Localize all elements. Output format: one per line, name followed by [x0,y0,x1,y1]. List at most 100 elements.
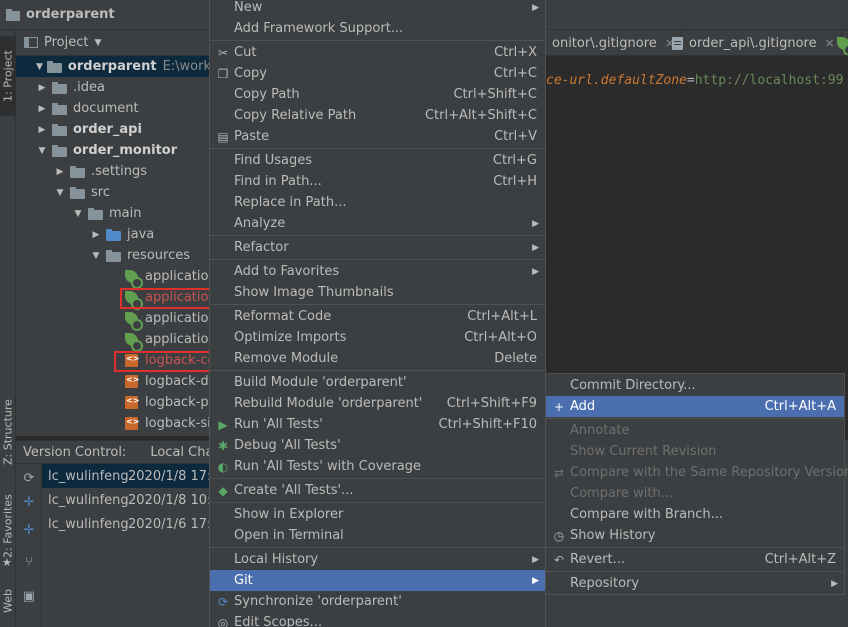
project-context-menu[interactable]: New ▶ Add Framework Support... ✂ Cut Ctr… [209,0,546,627]
tree-node-label: main [109,206,142,221]
branch-icon[interactable]: ⑂ [22,556,36,570]
menu-item-label: Remove Module [234,351,339,366]
project-tree[interactable]: ▼ orderparent E:\workspace ▶ .idea ▶ doc… [16,56,210,436]
spring-config-icon [836,36,848,55]
tree-node-idea[interactable]: ▶ .idea [36,77,105,98]
tree-node-order-monitor[interactable]: ▼ order_monitor [36,140,178,161]
menu-item-find-usages[interactable]: Find Usages Ctrl+G [210,150,545,171]
menu-item-cut[interactable]: ✂ Cut Ctrl+X [210,42,545,63]
menu-item-build-module[interactable]: Build Module 'orderparent' [210,372,545,393]
menu-item-show-in-explorer[interactable]: Show in Explorer [210,504,545,525]
menu-item-git[interactable]: Git ▶ [210,570,545,591]
menu-item-run-all-tests[interactable]: ▶ Run 'All Tests' Ctrl+Shift+F10 [210,414,545,435]
project-panel-header[interactable]: Project ▼ [16,30,210,56]
submenu-arrow-icon: ▶ [532,266,539,277]
menu-item-remove-module[interactable]: Remove Module Delete [210,348,545,369]
compare-icon: ⇄ [553,465,565,480]
menu-item-label: New [234,0,263,15]
menu-item-local-history[interactable]: Local History ▶ [210,549,545,570]
menu-item-commit-directory[interactable]: Commit Directory... [546,375,844,396]
spring-config-icon [124,312,143,331]
menu-item-analyze[interactable]: Analyze ▶ [210,213,545,234]
tool-window-web-tab[interactable]: Web [0,586,16,616]
menu-item-optimize-imports[interactable]: Optimize Imports Ctrl+Alt+O [210,327,545,348]
chevron-down-icon[interactable]: ▼ [94,38,101,48]
menu-item-find-in-path[interactable]: Find in Path... Ctrl+H [210,171,545,192]
menu-item-debug-all-tests[interactable]: ✱ Debug 'All Tests' [210,435,545,456]
cherry-pick-icon[interactable]: ✛ [22,496,36,510]
menu-item-git-add[interactable]: + Add Ctrl+Alt+A [546,396,844,417]
menu-separator [210,148,545,149]
expand-arrow-icon[interactable]: ▼ [72,209,84,219]
menu-item-label: Reformat Code [234,309,332,324]
tool-window-favorites-tab[interactable]: 2: Favorites [0,486,16,566]
menu-item-edit-scopes[interactable]: ◎ Edit Scopes... [210,612,545,627]
favorites-star-icon[interactable]: ★ [2,556,12,569]
menu-item-label: Revert... [570,552,625,567]
menu-separator [546,547,844,548]
menu-item-copy-relative-path[interactable]: Copy Relative Path Ctrl+Alt+Shift+C [210,105,545,126]
menu-separator [210,478,545,479]
refresh-icon[interactable]: ⟳ [22,472,36,486]
tree-node-logback-de[interactable]: logback-de [124,371,210,392]
menu-item-copy[interactable]: ❐ Copy Ctrl+C [210,63,545,84]
tree-node-src[interactable]: ▼ src [54,182,110,203]
tree-node-application-3[interactable]: application [124,308,210,331]
tree-node-resources[interactable]: ▼ resources [90,245,190,266]
project-view-selector[interactable]: Project [44,35,88,50]
editor-tab-order-monitor-gitignore[interactable]: onitor\.gitignore × [546,30,682,55]
menu-item-revert[interactable]: ↶ Revert... Ctrl+Alt+Z [546,549,844,570]
menu-item-replace-in-path[interactable]: Replace in Path... [210,192,545,213]
expand-arrow-icon[interactable]: ▼ [36,62,43,72]
menu-item-create-all-tests[interactable]: ◆ Create 'All Tests'... [210,480,545,501]
table-row[interactable]: lc_wulinfeng 2020/1/8 17:4 [42,464,220,488]
menu-item-repository[interactable]: Repository ▶ [546,573,844,594]
menu-item-add-to-favorites[interactable]: Add to Favorites ▶ [210,261,545,282]
menu-item-compare-with-branch[interactable]: Compare with Branch... [546,504,844,525]
menu-item-rebuild-module[interactable]: Rebuild Module 'orderparent' Ctrl+Shift+… [210,393,545,414]
menu-item-copy-path[interactable]: Copy Path Ctrl+Shift+C [210,84,545,105]
editor-tab-spring-config[interactable] [830,30,848,55]
tree-node-java[interactable]: ▶ java [90,224,155,245]
commit-date: 2020/1/6 17:5 [128,516,220,532]
collapsed-arrow-icon[interactable]: ▶ [54,167,66,177]
git-submenu[interactable]: Commit Directory... + Add Ctrl+Alt+A Ann… [545,373,848,595]
tree-node-main[interactable]: ▼ main [72,203,142,224]
menu-item-label: Optimize Imports [234,330,347,345]
collapsed-arrow-icon[interactable]: ▶ [90,230,102,240]
expand-arrow-icon[interactable]: ▼ [90,251,102,261]
tree-node-orderparent[interactable]: ▼ orderparent E:\workspace [16,56,210,77]
menu-item-reformat-code[interactable]: Reformat Code Ctrl+Alt+L [210,306,545,327]
expand-arrow-icon[interactable]: ▼ [36,146,48,156]
tree-node-logback-sit[interactable]: logback-sit [124,413,210,434]
menu-item-show-image-thumbnails[interactable]: Show Image Thumbnails [210,282,545,303]
collapsed-arrow-icon[interactable]: ▶ [36,104,48,114]
tree-node-application-4[interactable]: application [124,329,210,352]
tree-node-label: logback-sit [145,416,210,431]
menu-item-new[interactable]: New ▶ [210,0,545,18]
tool-window-project-tab[interactable]: 1: Project [0,36,16,116]
table-row[interactable]: lc_wulinfeng 2020/1/6 17:5 [42,512,220,536]
collapsed-arrow-icon[interactable]: ▶ [36,125,48,135]
collapsed-arrow-icon[interactable]: ▶ [36,83,48,93]
table-row[interactable]: lc_wulinfeng 2020/1/8 10:2 [42,488,220,512]
tree-node-application-1[interactable]: application [124,266,210,289]
menu-item-refactor[interactable]: Refactor ▶ [210,237,545,258]
menu-item-show-history[interactable]: ◷ Show History [546,525,844,546]
menu-item-run-with-coverage[interactable]: ◐ Run 'All Tests' with Coverage [210,456,545,477]
tree-node-order-api[interactable]: ▶ order_api [36,119,142,140]
preview-icon[interactable]: ▣ [22,590,36,604]
expand-arrow-icon[interactable]: ▼ [54,188,66,198]
menu-item-label: Open in Terminal [234,528,344,543]
tree-node-logback-pr[interactable]: logback-pr [124,392,210,413]
menu-item-synchronize[interactable]: ⟳ Synchronize 'orderparent' [210,591,545,612]
menu-item-add-framework-support[interactable]: Add Framework Support... [210,18,545,39]
tree-node-document[interactable]: ▶ document [36,98,139,119]
tree-node-settings[interactable]: ▶ .settings [54,161,147,182]
menu-item-open-in-terminal[interactable]: Open in Terminal [210,525,545,546]
editor-tab-order-api-gitignore[interactable]: order_api\.gitignore × [666,30,842,55]
menu-separator [210,304,545,305]
menu-item-paste[interactable]: ▤ Paste Ctrl+V [210,126,545,147]
expand-all-icon[interactable]: ✛ [22,524,36,538]
tool-window-structure-tab[interactable]: Z: Structure [0,390,16,474]
